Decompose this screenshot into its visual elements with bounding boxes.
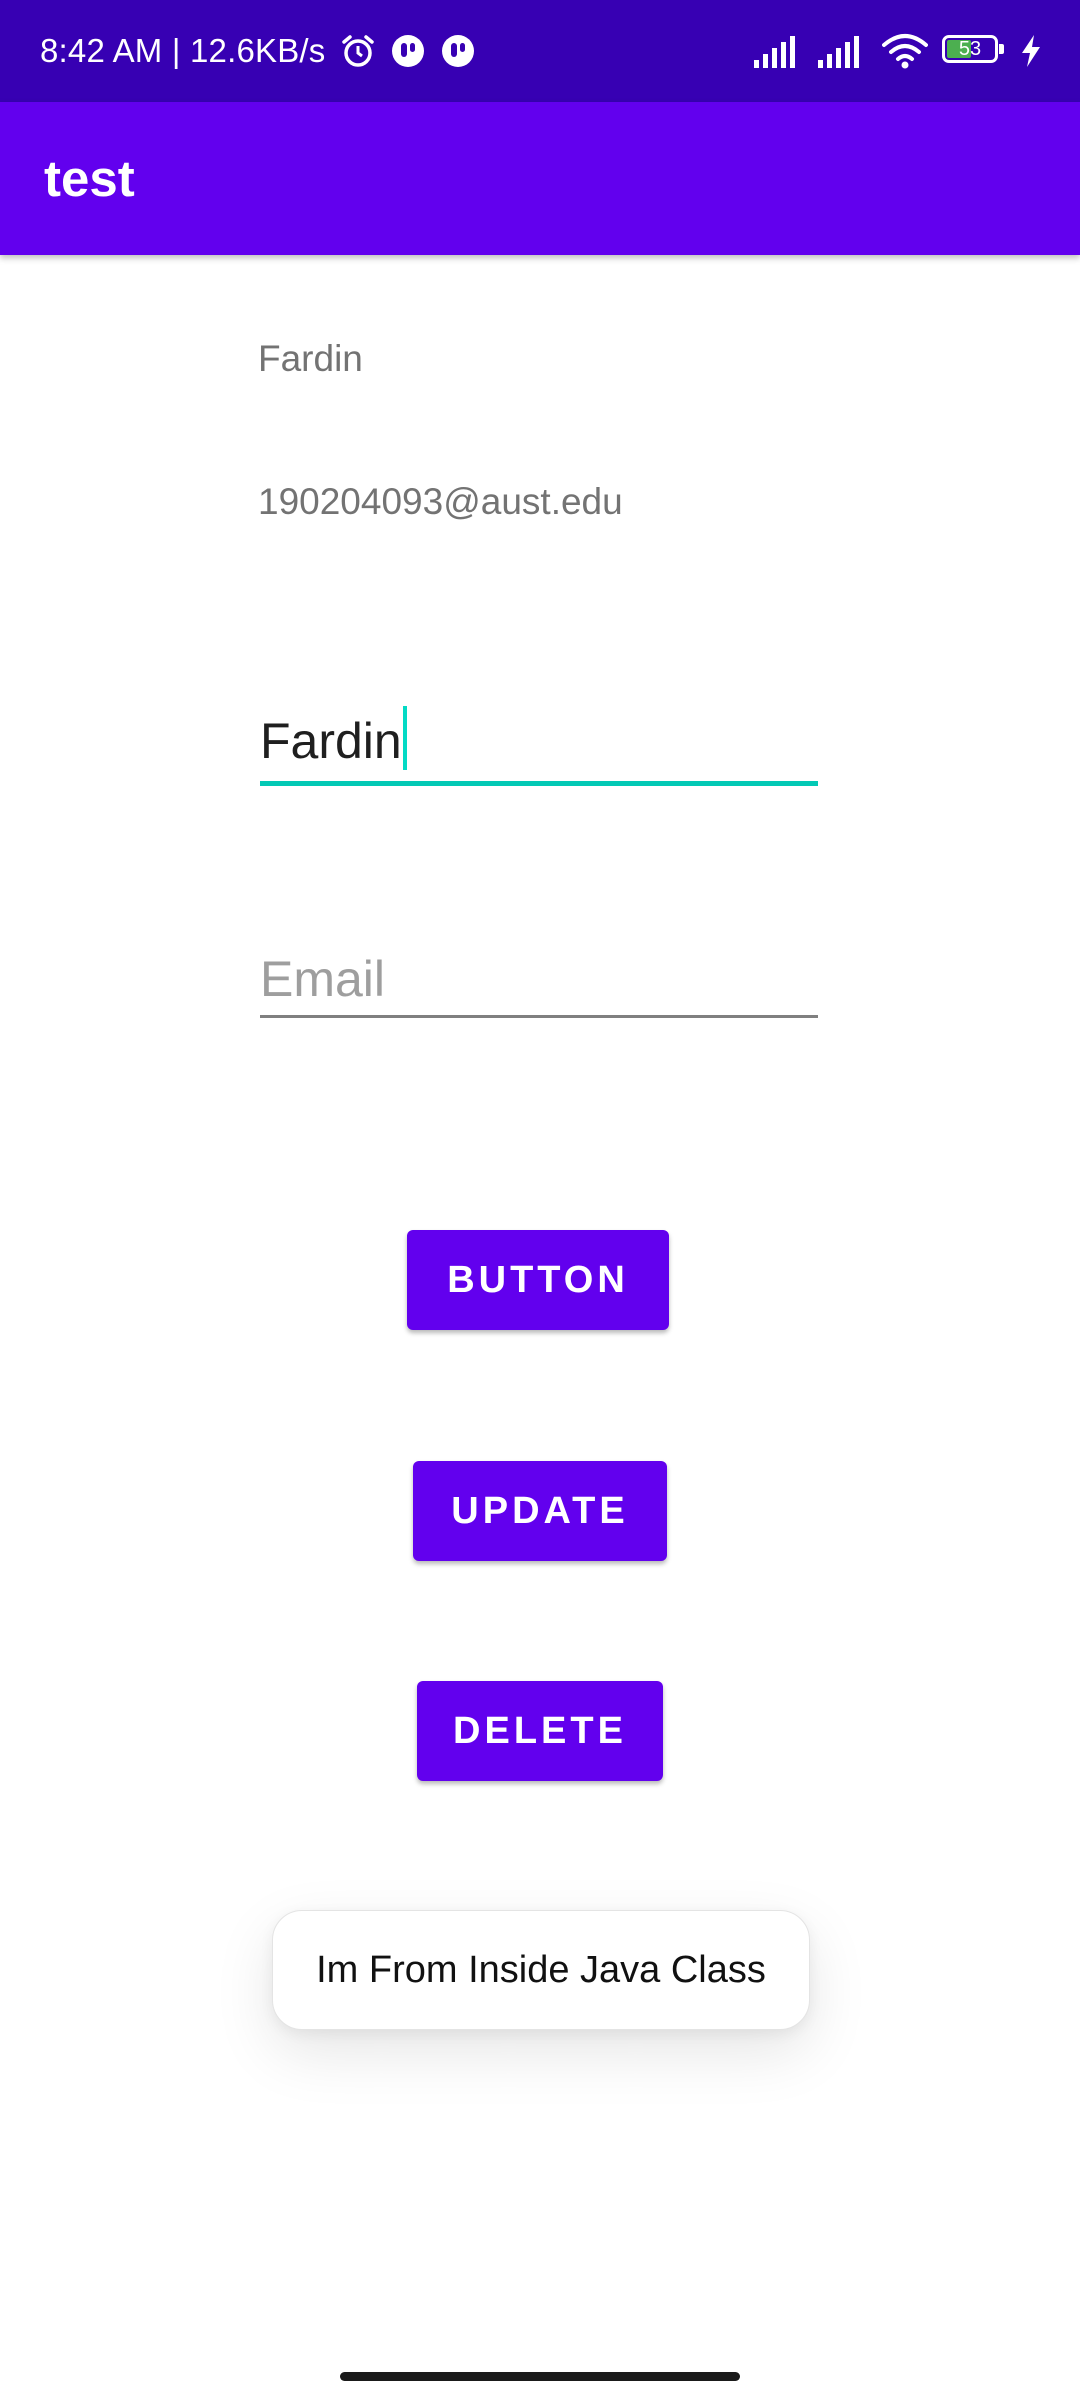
wifi-icon bbox=[882, 34, 928, 69]
charging-bolt-icon bbox=[1022, 35, 1040, 67]
status-bar-right: 53 bbox=[754, 0, 1042, 102]
email-input-underline bbox=[260, 1015, 818, 1018]
name-input[interactable]: Fardin bbox=[260, 704, 818, 786]
alarm-icon bbox=[341, 35, 374, 67]
app-screen: 8:42 AM | 12.6KB/s 53 test Fardin 190204… bbox=[0, 0, 1080, 2400]
status-time-network-speed: 8:42 AM | 12.6KB/s bbox=[40, 32, 326, 69]
update-button[interactable]: UPDATE bbox=[413, 1461, 667, 1561]
email-field-container bbox=[260, 938, 818, 1018]
status-bar-left: 8:42 AM | 12.6KB/s bbox=[40, 0, 476, 102]
battery-icon: 53 bbox=[942, 35, 1006, 67]
name-input-underline bbox=[260, 781, 818, 786]
home-indicator[interactable] bbox=[340, 2372, 740, 2381]
name-input-value-wrapper: Fardin bbox=[260, 706, 407, 770]
name-text-view: Fardin bbox=[258, 338, 363, 379]
app-title: test bbox=[44, 150, 135, 207]
toast-text: Im From Inside Java Class bbox=[316, 1948, 766, 1991]
notification-app-icon bbox=[441, 35, 474, 67]
status-bar: 8:42 AM | 12.6KB/s 53 bbox=[0, 0, 1080, 102]
toast-message: Im From Inside Java Class bbox=[272, 1910, 810, 2030]
signal-bars-icon bbox=[754, 36, 795, 68]
signal-bars-icon bbox=[818, 36, 859, 68]
app-bar: test bbox=[0, 102, 1080, 255]
button-button[interactable]: BUTTON bbox=[407, 1230, 669, 1330]
name-input-value: Fardin bbox=[260, 713, 402, 769]
email-input[interactable] bbox=[260, 950, 818, 1008]
email-text-view: 190204093@aust.edu bbox=[258, 481, 623, 522]
delete-button[interactable]: DELETE bbox=[417, 1681, 663, 1781]
notification-app-icon bbox=[391, 35, 424, 67]
text-cursor bbox=[402, 706, 407, 770]
battery-level-text: 53 bbox=[958, 38, 982, 60]
